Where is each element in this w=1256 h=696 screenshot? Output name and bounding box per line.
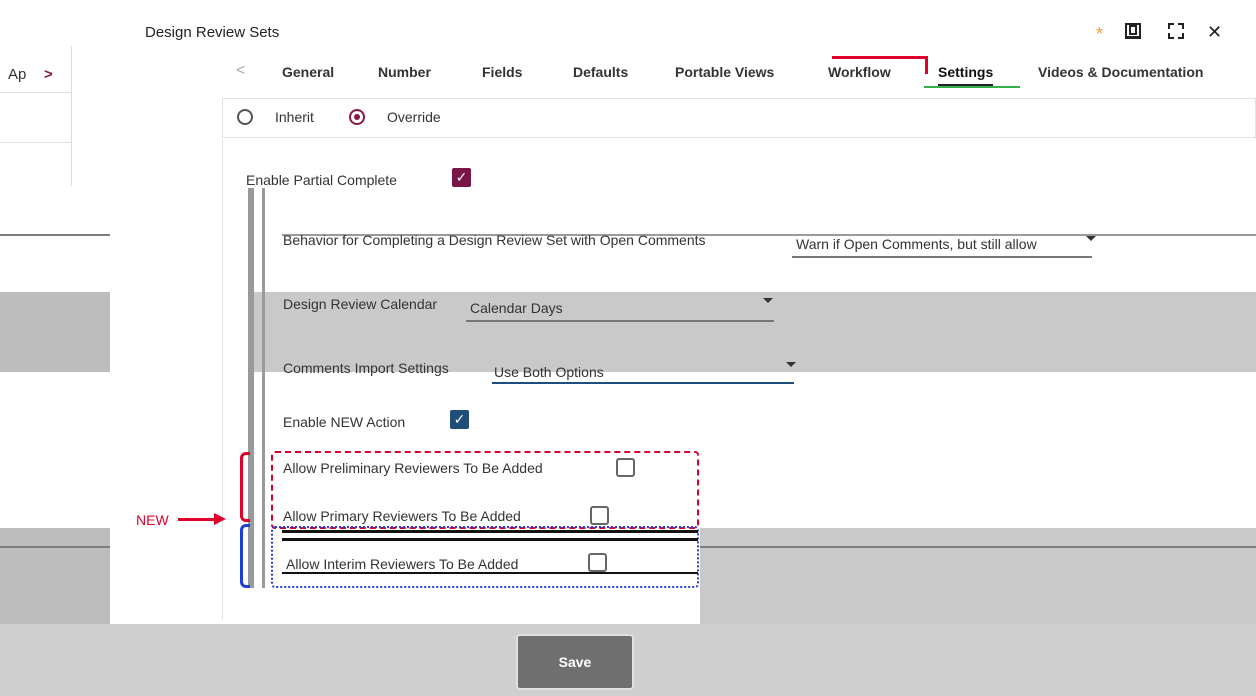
chevron-down-icon[interactable] bbox=[763, 298, 773, 303]
divider bbox=[0, 234, 110, 236]
window-title: Design Review Sets bbox=[145, 24, 280, 41]
behavior-label: Behavior for Completing a Design Review … bbox=[283, 232, 706, 248]
allow-primary-checkbox[interactable] bbox=[590, 506, 609, 525]
tab-portable-views[interactable]: Portable Views bbox=[675, 64, 774, 80]
left-pane-title: Ap bbox=[8, 66, 27, 83]
close-icon[interactable]: ✕ bbox=[1207, 22, 1222, 42]
asterisk-icon: * bbox=[1096, 24, 1104, 44]
divider bbox=[700, 546, 1256, 548]
divider bbox=[282, 572, 698, 574]
tab-defaults[interactable]: Defaults bbox=[573, 64, 628, 80]
tab-fields[interactable]: Fields bbox=[482, 64, 522, 80]
divider bbox=[0, 546, 110, 548]
chevron-down-icon[interactable] bbox=[1086, 236, 1096, 241]
annotation-underline bbox=[924, 86, 1020, 88]
calendar-select[interactable]: Calendar Days bbox=[470, 300, 563, 316]
inherit-radio[interactable] bbox=[237, 109, 253, 125]
background-band bbox=[700, 528, 1256, 624]
chevron-left-icon[interactable]: < bbox=[236, 62, 245, 80]
allow-preliminary-checkbox[interactable] bbox=[616, 458, 635, 477]
enable-partial-complete-checkbox[interactable]: ✓ bbox=[452, 168, 471, 187]
arrow-right-icon bbox=[214, 513, 226, 525]
enable-new-action-label: Enable NEW Action bbox=[283, 414, 406, 430]
allow-preliminary-label: Allow Preliminary Reviewers To Be Added bbox=[283, 460, 543, 476]
enable-partial-complete-label: Enable Partial Complete bbox=[246, 172, 397, 188]
comments-import-select[interactable]: Use Both Options bbox=[494, 364, 604, 380]
tab-videos-documentation[interactable]: Videos & Documentation bbox=[1038, 64, 1203, 80]
annotation-marker bbox=[832, 56, 928, 74]
annotation-arrow bbox=[178, 518, 218, 521]
list-item[interactable] bbox=[0, 92, 72, 142]
new-annotation-label: NEW bbox=[136, 512, 169, 528]
list-item[interactable] bbox=[0, 142, 72, 192]
enable-new-action-checkbox[interactable]: ✓ bbox=[450, 410, 469, 429]
select-underline bbox=[492, 382, 794, 384]
annotation-bracket bbox=[240, 524, 250, 588]
divider bbox=[282, 538, 698, 541]
allow-interim-checkbox[interactable] bbox=[588, 553, 607, 572]
left-pane-header[interactable]: Ap > bbox=[0, 58, 72, 90]
behavior-select[interactable]: Warn if Open Comments, but still allow bbox=[796, 236, 1037, 252]
mode-selector: Inherit Override bbox=[222, 98, 1256, 138]
select-underline bbox=[792, 256, 1092, 258]
popout-icon[interactable] bbox=[1124, 22, 1142, 44]
chevron-down-icon[interactable] bbox=[786, 362, 796, 367]
allow-primary-label: Allow Primary Reviewers To Be Added bbox=[283, 508, 521, 524]
indent-bar bbox=[262, 188, 265, 588]
allow-interim-label: Allow Interim Reviewers To Be Added bbox=[286, 556, 519, 572]
save-button[interactable]: Save bbox=[516, 634, 634, 690]
override-label: Override bbox=[387, 109, 441, 125]
divider bbox=[282, 530, 698, 533]
annotation-bracket bbox=[240, 452, 250, 522]
expand-icon[interactable] bbox=[1167, 22, 1185, 44]
calendar-label: Design Review Calendar bbox=[283, 296, 438, 312]
tab-number[interactable]: Number bbox=[378, 64, 431, 80]
tab-settings[interactable]: Settings bbox=[938, 64, 994, 86]
background-band bbox=[0, 292, 110, 372]
comments-import-label: Comments Import Settings bbox=[283, 360, 449, 376]
chevron-right-icon[interactable]: > bbox=[44, 66, 53, 83]
override-radio[interactable] bbox=[349, 109, 365, 125]
inherit-label: Inherit bbox=[275, 109, 314, 125]
tab-general[interactable]: General bbox=[282, 64, 334, 80]
background-band bbox=[0, 528, 110, 624]
select-underline bbox=[466, 320, 774, 322]
